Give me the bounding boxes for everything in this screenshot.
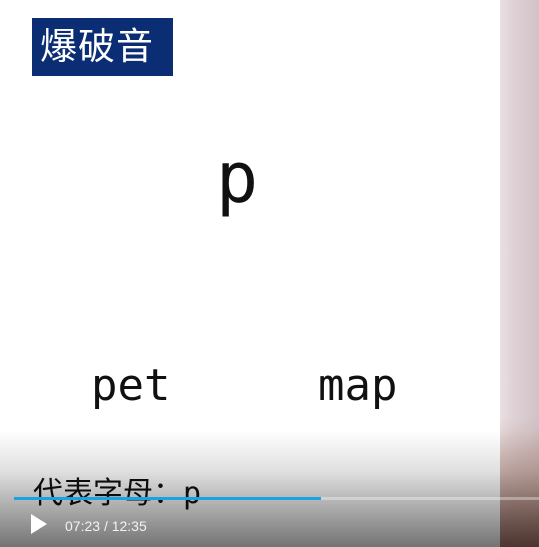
caption-label: 代表字母：: [33, 476, 183, 511]
main-letter: p: [216, 137, 259, 219]
progress-bar[interactable]: [14, 497, 539, 500]
caption-letter: p: [183, 476, 202, 511]
presenter-hand: [500, 417, 539, 547]
duration: 12:35: [111, 518, 147, 534]
example-word: pet: [91, 360, 171, 411]
slide-title: 爆破音: [32, 18, 173, 76]
time-display: 07:23 / 12:35: [65, 516, 147, 536]
progress-bar-fill: [14, 497, 322, 500]
presenter-camera: [500, 0, 539, 547]
caption-line: 代表字母：p: [33, 472, 201, 516]
lesson-slide: 爆破音 p pet map 代表字母：p: [0, 0, 500, 547]
time-separator: /: [103, 518, 108, 534]
example-word: map: [318, 360, 398, 411]
current-time: 07:23: [65, 518, 101, 534]
play-icon: [30, 513, 48, 539]
play-button[interactable]: [28, 514, 50, 538]
video-player[interactable]: 爆破音 p pet map 代表字母：p 07:23 / 12:35: [0, 0, 539, 547]
